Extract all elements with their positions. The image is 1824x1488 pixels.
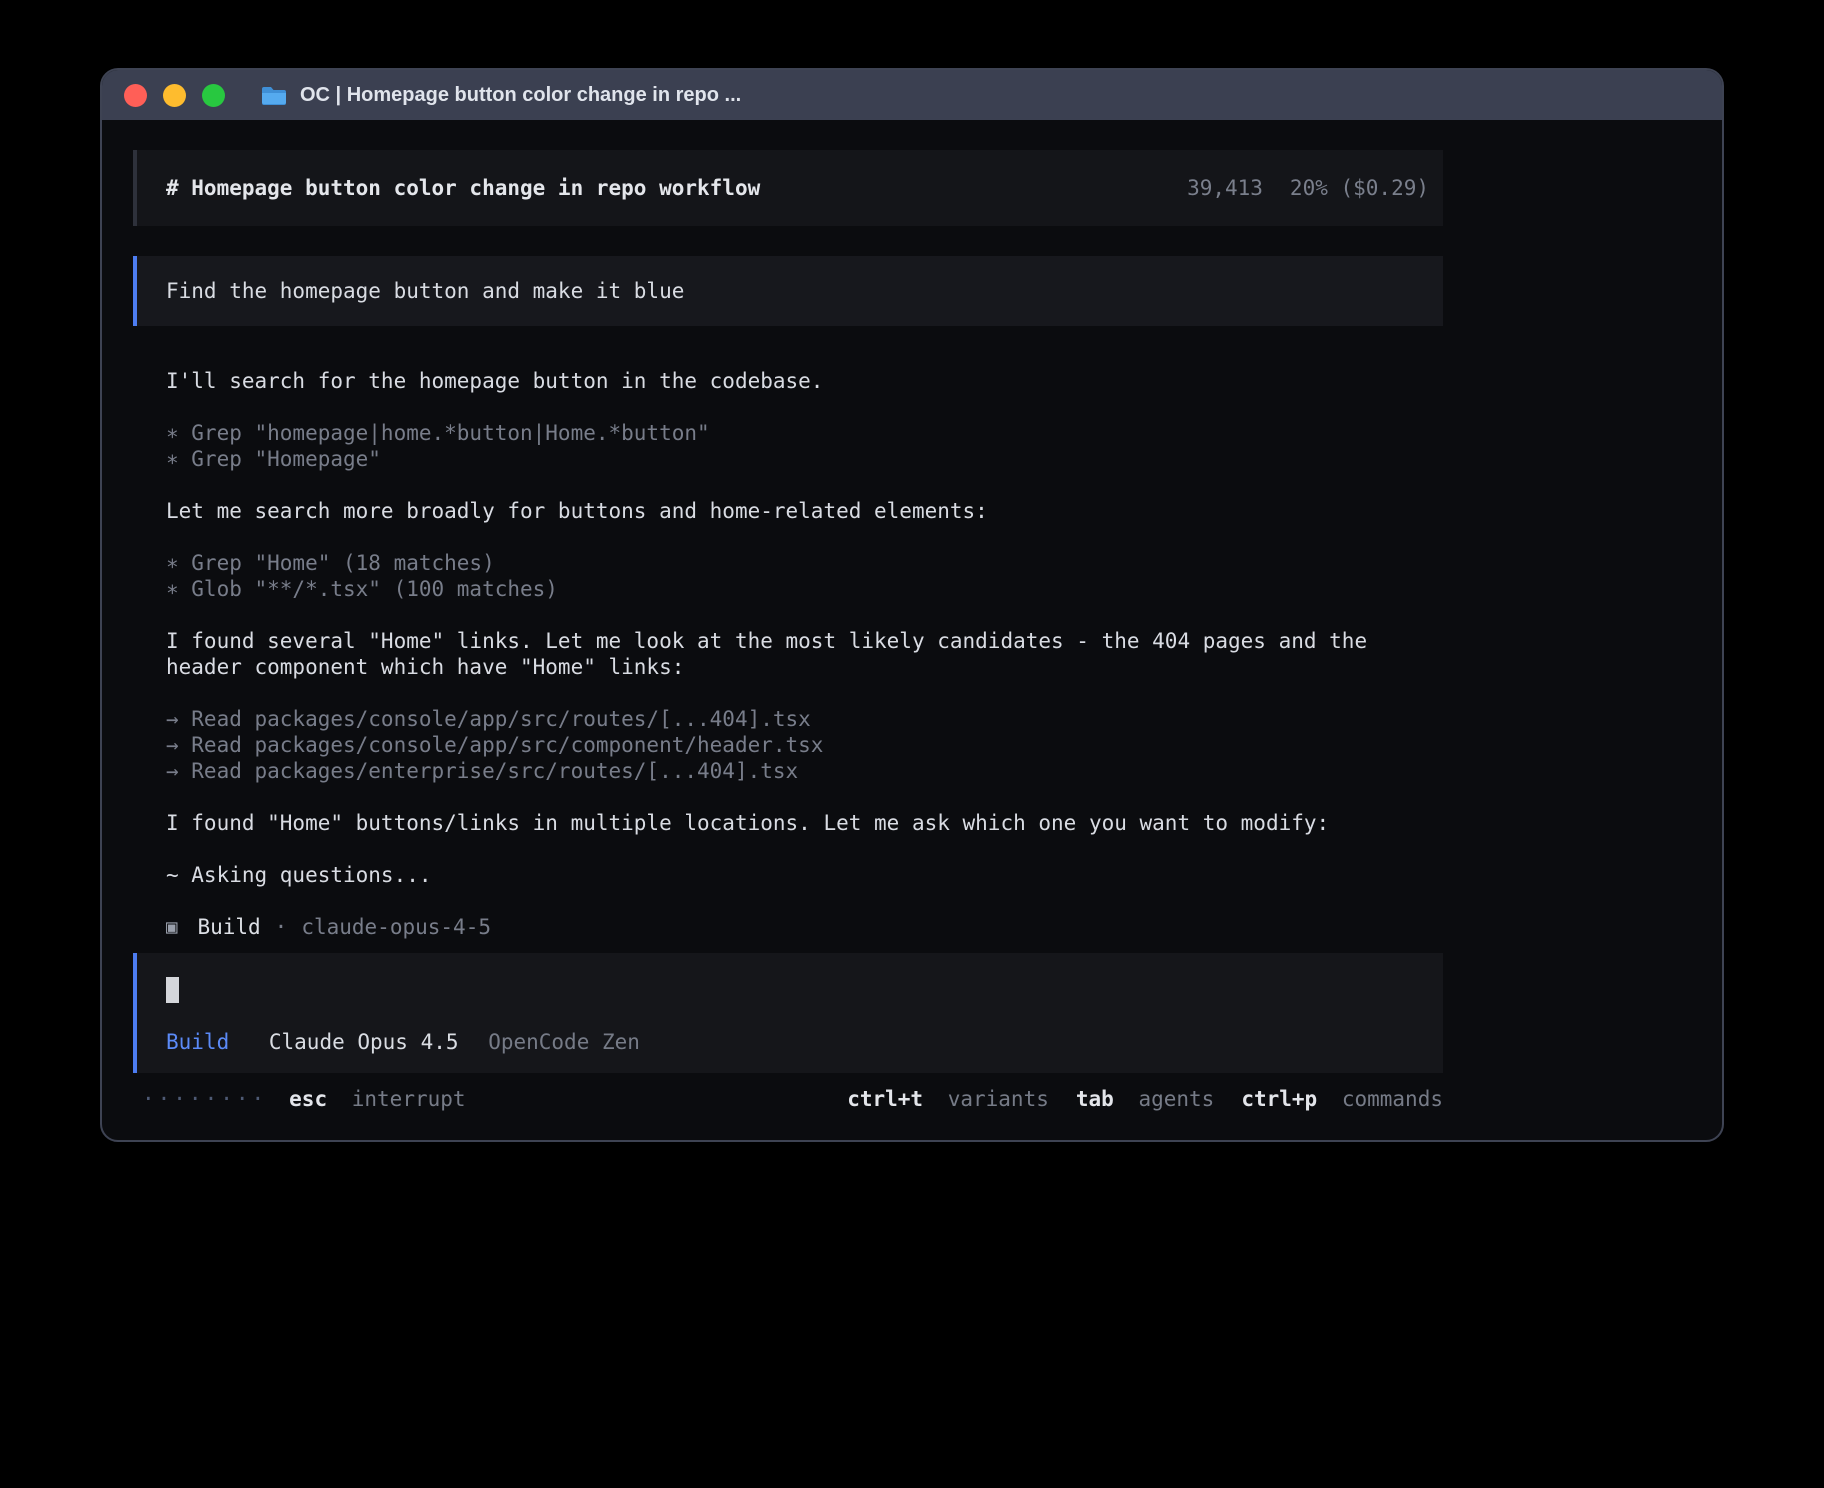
input-spacer (166, 1003, 1429, 1029)
session-header: # Homepage button color change in repo w… (133, 150, 1443, 226)
shortcut-key: ctrl+t (847, 1087, 923, 1111)
context-usage: 20% ($0.29) (1290, 175, 1429, 201)
assistant-text: I found "Home" buttons/links in multiple… (166, 810, 1443, 836)
session-title: # Homepage button color change in repo w… (166, 175, 760, 201)
tool-call-grep: ∗ Grep "Homepage" (166, 446, 1443, 472)
prompt-input[interactable]: Build Claude Opus 4.5 OpenCode Zen (133, 953, 1443, 1073)
session-stats: 39,413 20% ($0.29) (1187, 175, 1429, 201)
shortcut-key: tab (1076, 1087, 1114, 1111)
window-title: OC | Homepage button color change in rep… (300, 84, 741, 107)
input-line[interactable] (166, 977, 1429, 1003)
shortcut-key: ctrl+p (1241, 1087, 1317, 1111)
shortcut-label: variants (948, 1087, 1049, 1111)
interrupt-hint: esc interrupt (289, 1086, 465, 1112)
folder-icon (261, 85, 287, 106)
input-status-row: Build Claude Opus 4.5 OpenCode Zen (166, 1029, 1429, 1055)
token-count: 39,413 (1187, 175, 1263, 201)
terminal-content: # Homepage button color change in repo w… (102, 120, 1722, 1112)
user-message-text: Find the homepage button and make it blu… (166, 279, 684, 303)
shortcut-label: commands (1342, 1087, 1443, 1111)
agent-icon: ▣ (166, 914, 177, 940)
tool-call-read: → Read packages/enterprise/src/routes/[.… (166, 758, 1443, 784)
shortcut-hints: ctrl+t variants tab agents ctrl+p comman… (847, 1086, 1443, 1112)
agent-status-line: ▣ Build · claude-opus-4-5 (166, 914, 1443, 940)
esc-key: esc (289, 1087, 327, 1111)
tool-call-grep: ∗ Grep "homepage|home.*button|Home.*butt… (166, 420, 1443, 446)
assistant-text: I'll search for the homepage button in t… (166, 368, 1443, 394)
tool-call-grep: ∗ Grep "Home" (18 matches) (166, 550, 1443, 576)
model-label: Claude Opus 4.5 (269, 1030, 459, 1054)
tool-call-glob: ∗ Glob "**/*.tsx" (100 matches) (166, 576, 1443, 602)
conversation: I'll search for the homepage button in t… (133, 368, 1443, 940)
shortcut-label: agents (1138, 1087, 1214, 1111)
shortcut-commands: ctrl+p commands (1241, 1086, 1443, 1112)
user-message: Find the homepage button and make it blu… (133, 256, 1443, 326)
assistant-text: Let me search more broadly for buttons a… (166, 498, 1443, 524)
agent-model-name: claude-opus-4-5 (301, 914, 491, 940)
close-button[interactable] (124, 84, 147, 107)
separator-dot: · (275, 914, 288, 940)
maximize-button[interactable] (202, 84, 225, 107)
mode-badge[interactable]: Build (166, 1030, 229, 1054)
agent-name: Build (197, 914, 260, 940)
spinner-dots: ········ (142, 1086, 267, 1112)
minimize-button[interactable] (163, 84, 186, 107)
interrupt-label: interrupt (352, 1087, 466, 1111)
assistant-text: I found several "Home" links. Let me loo… (166, 628, 1443, 680)
tool-call-read: → Read packages/console/app/src/componen… (166, 732, 1443, 758)
terminal-window: OC | Homepage button color change in rep… (100, 68, 1724, 1142)
text-cursor (166, 977, 179, 1003)
shortcut-agents: tab agents (1076, 1086, 1214, 1112)
tool-call-read: → Read packages/console/app/src/routes/[… (166, 706, 1443, 732)
status-asking-questions: ~ Asking questions... (166, 862, 1443, 888)
status-bar: ········ esc interrupt ctrl+t variants t… (133, 1086, 1443, 1112)
shortcut-variants: ctrl+t variants (847, 1086, 1049, 1112)
titlebar[interactable]: OC | Homepage button color change in rep… (102, 70, 1722, 120)
provider-label: OpenCode Zen (488, 1030, 640, 1054)
